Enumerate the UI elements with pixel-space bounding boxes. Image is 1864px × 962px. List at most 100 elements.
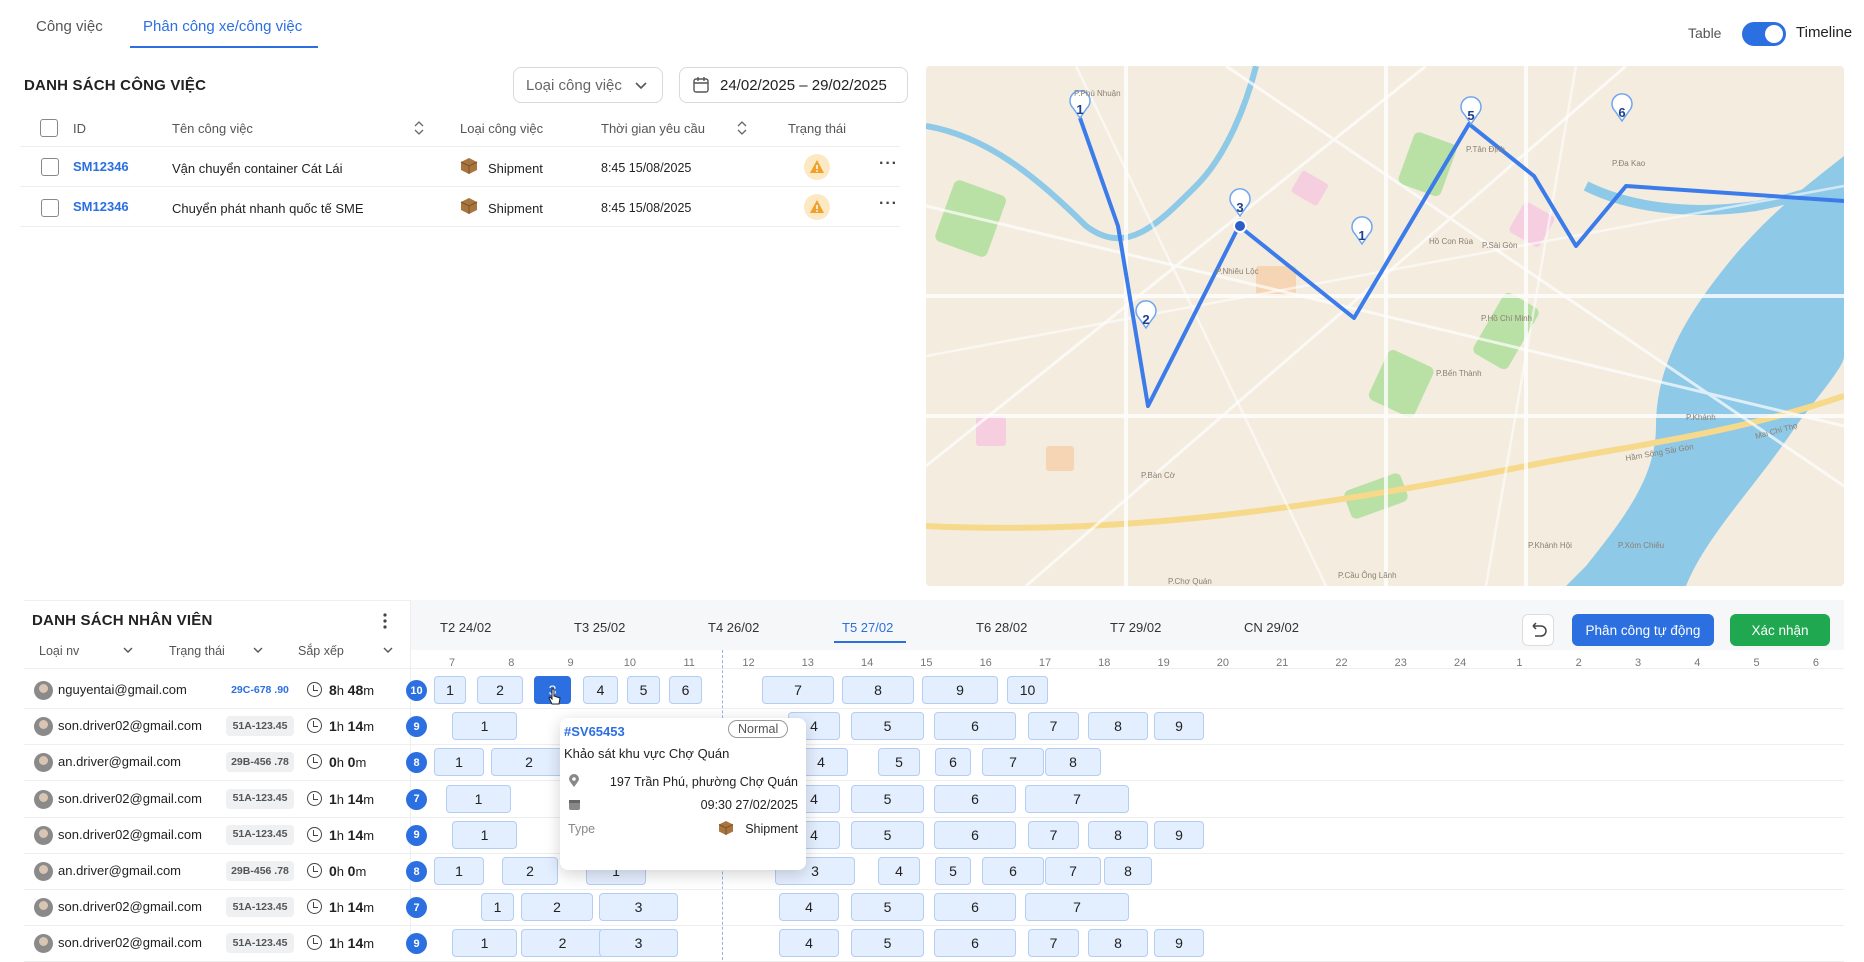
task-block[interactable]: 6 [934,929,1016,958]
task-block[interactable]: 5 [851,929,924,958]
task-block[interactable]: 3 [599,893,678,922]
task-block[interactable]: 4 [779,893,839,922]
row-checkbox[interactable] [41,199,59,217]
timeline-day[interactable]: T2 24/02 [440,620,491,635]
timeline-day[interactable]: CN 29/02 [1244,620,1299,635]
task-block[interactable]: 5 [851,784,924,813]
task-block[interactable]: 8 [1088,712,1148,741]
staff-row[interactable]: son.driver02@gmail.com 51A-123.45 1h 14m 9 [24,925,427,961]
staff-row[interactable]: an.driver@gmail.com 29B-456 .78 0h 0m 8 [24,853,427,889]
confirm-button[interactable]: Xác nhận [1730,614,1830,646]
task-block[interactable]: 9 [1154,712,1204,741]
timeline-day[interactable]: T4 26/02 [708,620,759,635]
task-block[interactable]: 5 [851,712,924,741]
more-options-icon[interactable]: ··· [879,195,898,213]
col-name[interactable]: Tên công việc [172,121,253,136]
tooltip-address: 197 Trần Phú, phường Chợ Quán [609,775,798,789]
tooltip-id[interactable]: #SV65453 [564,724,625,739]
view-toggle[interactable] [1742,22,1786,46]
kebab-menu-icon[interactable] [380,612,390,630]
route-map[interactable]: 1 5 6 3 1 2 P.Phú Nhuận P.Tân Định P.Đa … [926,66,1844,586]
task-block[interactable]: 4 [583,676,618,704]
chevron-down-icon[interactable] [122,644,134,656]
task-block[interactable]: 1 [452,929,517,958]
task-block[interactable]: 8 [842,676,914,704]
task-block[interactable]: 7 [982,748,1044,777]
filter-staff-type[interactable]: Loại nv [39,644,79,658]
task-block[interactable]: 7 [1045,857,1101,885]
task-block[interactable]: 6 [934,712,1016,741]
task-block[interactable]: 6 [934,820,1016,849]
task-block[interactable]: 2 [521,893,593,922]
task-block[interactable]: 8 [1104,857,1152,885]
task-block[interactable]: 8 [1088,929,1148,958]
job-type-filter[interactable]: Loại công việc [513,67,663,103]
job-name: Vận chuyển container Cát Lái [172,161,343,176]
task-block[interactable]: 2 [502,857,558,885]
map-canvas[interactable]: 1 5 6 3 1 2 P.Phú Nhuận P.Tân Định P.Đa … [926,66,1844,586]
task-block[interactable]: 1 [452,712,517,741]
task-block[interactable]: 3 [599,929,678,958]
task-block[interactable]: 7 [762,676,834,704]
task-block[interactable]: 4 [878,857,920,885]
task-block[interactable]: 1 [434,676,466,704]
staff-row[interactable]: nguyentai@gmail.com 29C-678 .90 8h 48m 10 [24,672,427,708]
timeline-day[interactable]: T6 28/02 [976,620,1027,635]
task-block[interactable]: 5 [627,676,660,704]
date-range-picker[interactable]: 24/02/2025 – 29/02/2025 [679,67,908,103]
task-block[interactable]: 2 [521,929,604,958]
task-block[interactable]: 9 [1154,820,1204,849]
task-block[interactable]: 9 [1154,929,1204,958]
sort-icon[interactable] [736,120,748,136]
job-id-link[interactable]: SM12346 [73,199,129,214]
task-block[interactable]: 2 [477,676,523,704]
task-block[interactable]: 7 [1028,820,1079,849]
task-block[interactable]: 1 [434,748,484,777]
task-block[interactable]: 9 [922,676,998,704]
tab-cong-viec[interactable]: Công việc [36,18,103,35]
task-block[interactable]: 7 [1028,712,1079,741]
staff-row[interactable]: son.driver02@gmail.com 51A-123.45 1h 14m 7 [24,889,427,925]
more-options-icon[interactable]: ··· [879,155,898,173]
job-id-link[interactable]: SM12346 [73,159,129,174]
row-checkbox[interactable] [41,158,59,176]
task-block[interactable]: 2 [491,748,567,777]
task-block[interactable]: 6 [934,784,1016,813]
task-block[interactable]: 4 [779,929,839,958]
select-all-checkbox[interactable] [40,119,58,137]
task-block[interactable]: 5 [851,820,924,849]
task-block[interactable]: 1 [481,893,514,922]
task-block[interactable]: 6 [982,857,1044,885]
auto-assign-button[interactable]: Phân công tự động [1572,614,1714,646]
tab-phan-cong[interactable]: Phân công xe/công việc [143,18,302,35]
task-block[interactable]: 7 [1025,893,1129,922]
timeline-day[interactable]: T3 25/02 [574,620,625,635]
staff-row[interactable]: an.driver@gmail.com 29B-456 .78 0h 0m 8 [24,744,427,780]
task-block[interactable]: 5 [878,748,920,777]
sort-staff[interactable]: Sắp xếp [298,644,344,658]
timeline-day-active[interactable]: T5 27/02 [842,620,893,635]
task-block[interactable]: 7 [1028,929,1079,958]
staff-row[interactable]: son.driver02@gmail.com 51A-123.45 1h 14m 7 [24,781,427,817]
staff-row[interactable]: son.driver02@gmail.com 51A-123.45 1h 14m 9 [24,817,427,853]
chevron-down-icon[interactable] [382,644,394,656]
timeline-day[interactable]: T7 29/02 [1110,620,1161,635]
chevron-down-icon[interactable] [252,644,264,656]
task-block[interactable]: 5 [851,893,924,922]
task-block[interactable]: 8 [1045,748,1101,777]
task-block[interactable]: 6 [669,676,702,704]
sort-icon[interactable] [413,120,425,136]
task-block[interactable]: 7 [1025,784,1129,813]
task-block[interactable]: 6 [935,748,971,777]
task-block[interactable]: 1 [446,784,511,813]
task-block[interactable]: 1 [452,820,517,849]
task-block[interactable]: 6 [934,893,1016,922]
staff-row[interactable]: son.driver02@gmail.com 51A-123.45 1h 14m 9 [24,708,427,744]
task-block[interactable]: 8 [1088,820,1148,849]
task-block[interactable]: 1 [434,857,484,885]
task-block[interactable]: 5 [935,857,971,885]
col-time[interactable]: Thời gian yêu cầu [601,121,705,136]
filter-staff-status[interactable]: Trạng thái [169,644,225,658]
undo-button[interactable] [1522,614,1554,646]
task-block[interactable]: 10 [1007,676,1048,704]
